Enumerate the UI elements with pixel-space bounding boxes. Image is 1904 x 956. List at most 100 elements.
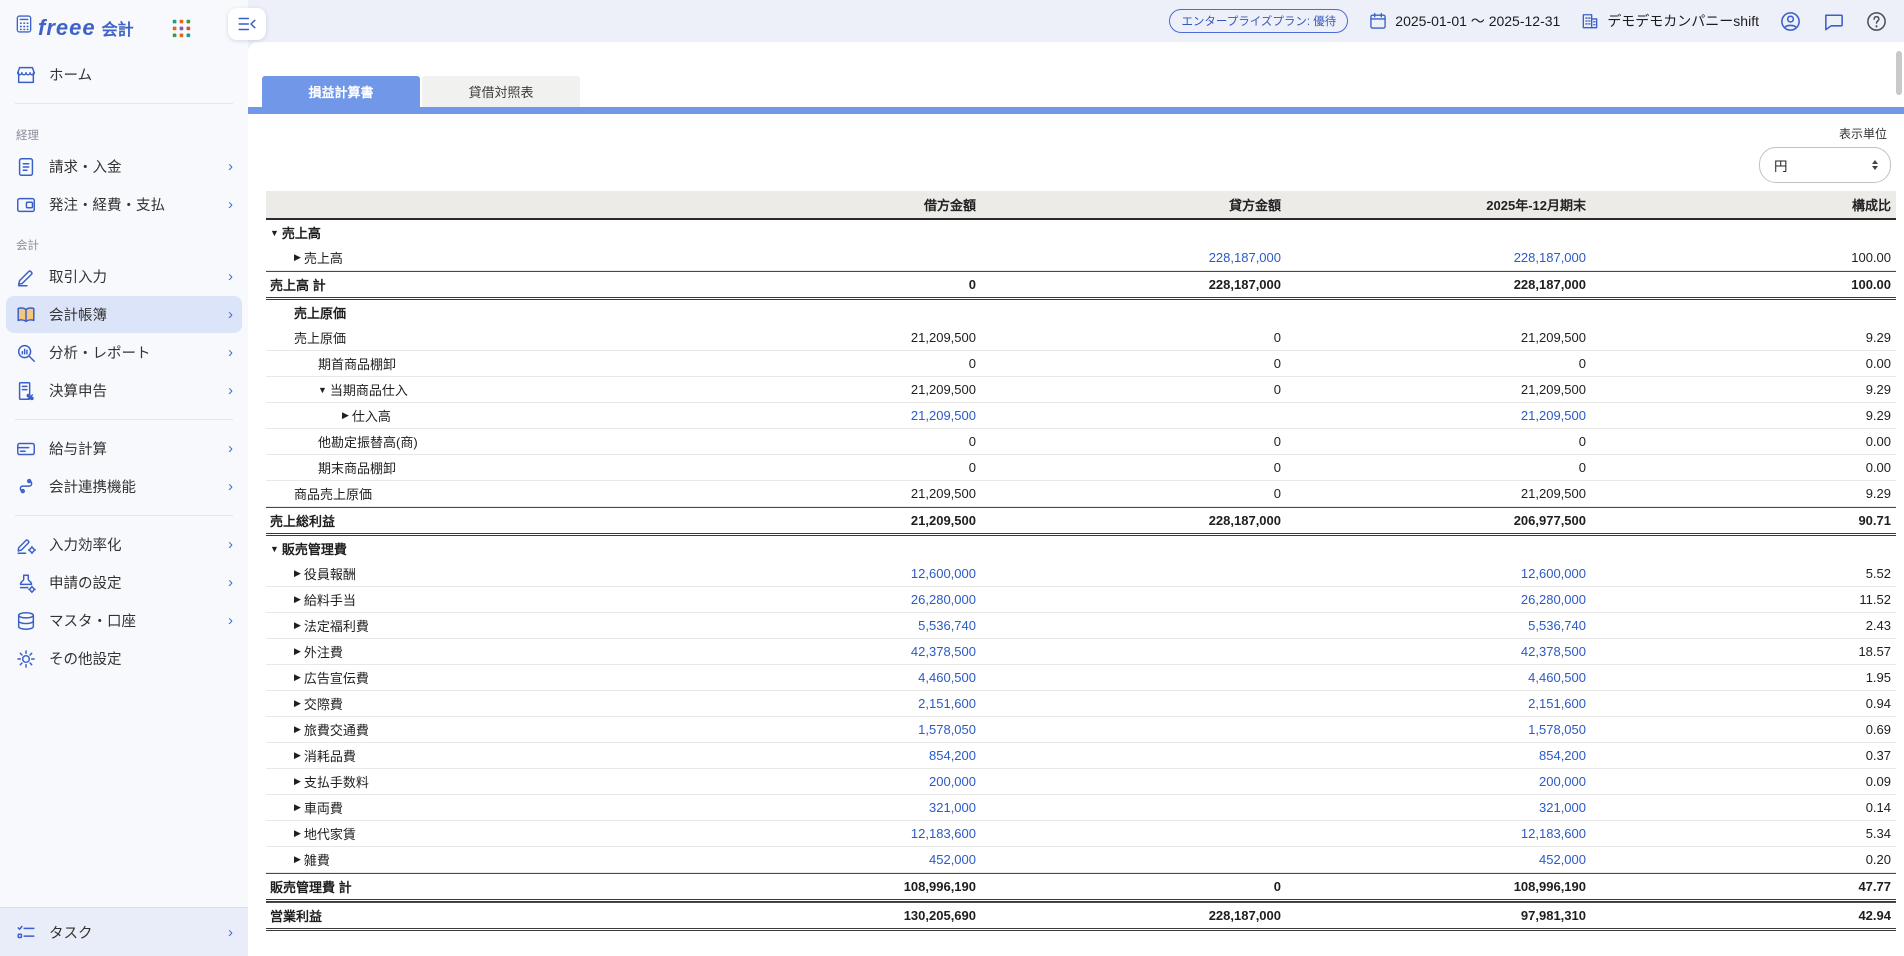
expand-toggle-icon[interactable]: ▶ [294,568,301,579]
cell-period-end[interactable]: 854,200 [1286,748,1591,763]
master-icon [15,610,37,632]
sidebar-item-payroll[interactable]: 給与計算 [6,430,242,467]
date-range-picker[interactable]: 2025-01-01 ～ 2025-12-31 [1368,11,1560,31]
expand-toggle-icon[interactable]: ▶ [294,802,301,813]
expand-toggle-icon[interactable]: ▶ [294,698,301,709]
expand-toggle-icon[interactable]: ▶ [294,854,301,865]
expand-toggle-icon[interactable]: ▶ [294,672,301,683]
table-row: 営業利益130,205,690228,187,00097,981,31042.9… [266,902,1896,931]
chevron-right-icon [228,613,233,628]
active-tab-indicator [248,107,1904,114]
chat-button[interactable] [1822,10,1845,33]
expand-toggle-icon[interactable]: ▶ [294,252,301,263]
collapse-toggle-icon[interactable]: ▼ [318,385,327,395]
sidebar-item-home[interactable]: ホーム [6,56,242,93]
cell-debit-amount[interactable]: 321,000 [676,800,981,815]
sidebar-item-analysis[interactable]: 分析・レポート [6,334,242,371]
display-unit-select[interactable]: 円 [1759,147,1891,183]
sidebar-item-tasks[interactable]: タスク [0,907,248,956]
expand-toggle-icon[interactable]: ▶ [294,620,301,631]
cell-ratio: 9.29 [1591,408,1896,423]
cell-period-end[interactable]: 21,209,500 [1286,408,1591,423]
sidebar-item-integration[interactable]: 会計連携機能 [6,468,242,505]
cell-period-end[interactable]: 2,151,600 [1286,696,1591,711]
cell-debit-amount[interactable]: 12,600,000 [676,566,981,581]
sidebar-item-label: 取引入力 [49,266,107,287]
company-name: デモデモカンパニーshift [1607,11,1759,31]
sidebar-item-tax[interactable]: 決算申告 [6,372,242,409]
table-header-row: 借方金額貸方金額2025年-12月期末構成比 [266,191,1896,220]
sidebar-item-approval[interactable]: 申請の設定 [6,564,242,601]
scrollbar-thumb[interactable] [1896,51,1902,95]
freee-logo[interactable]: freee 会計 [14,15,134,41]
row-account-cell: ▶雑費 [266,850,676,869]
cell-period-end[interactable]: 1,578,050 [1286,722,1591,737]
expand-toggle-icon[interactable]: ▶ [342,410,349,421]
cell-period-end[interactable]: 321,000 [1286,800,1591,815]
sidebar-divider [15,419,233,420]
cell-period-end[interactable]: 228,187,000 [1286,250,1591,265]
collapse-toggle-icon[interactable]: ▼ [270,228,279,238]
row-account-cell: 営業利益 [266,906,676,925]
sidebar-item-expense[interactable]: 発注・経費・支払 [6,186,242,223]
cell-period-end[interactable]: 12,183,600 [1286,826,1591,841]
sidebar-item-settings[interactable]: その他設定 [6,640,242,677]
cell-period-end[interactable]: 4,460,500 [1286,670,1591,685]
cell-debit-amount[interactable]: 2,151,600 [676,696,981,711]
expand-toggle-icon[interactable]: ▶ [294,594,301,605]
user-menu-button[interactable] [1779,10,1802,33]
expand-toggle-icon[interactable]: ▶ [294,750,301,761]
cell-credit-amount[interactable]: 228,187,000 [981,250,1286,265]
cell-credit-amount: 0 [981,486,1286,501]
cell-debit-amount[interactable]: 21,209,500 [676,408,981,423]
cell-debit-amount[interactable]: 854,200 [676,748,981,763]
sidebar-item-master[interactable]: マスタ・口座 [6,602,242,639]
cell-period-end[interactable]: 26,280,000 [1286,592,1591,607]
row-account-cell: ▶法定福利費 [266,616,676,635]
cell-period-end[interactable]: 452,000 [1286,852,1591,867]
tab-balance-sheet[interactable]: 貸借対照表 [422,76,580,107]
cell-debit-amount: 0 [676,460,981,475]
cell-period-end[interactable]: 200,000 [1286,774,1591,789]
cell-period-end[interactable]: 42,378,500 [1286,644,1591,659]
cell-debit-amount[interactable]: 452,000 [676,852,981,867]
cell-ratio: 90.71 [1591,513,1896,528]
cell-debit-amount[interactable]: 26,280,000 [676,592,981,607]
help-button[interactable] [1865,10,1888,33]
sidebar-item-efficiency[interactable]: 入力効率化 [6,526,242,563]
expand-toggle-icon[interactable]: ▶ [294,776,301,787]
cell-ratio: 0.00 [1591,460,1896,475]
cell-period-end[interactable]: 12,600,000 [1286,566,1591,581]
cell-debit-amount[interactable]: 4,460,500 [676,670,981,685]
display-unit-value: 円 [1774,155,1788,175]
cell-credit-amount: 228,187,000 [981,277,1286,292]
row-account-cell: 売上原価 [266,328,676,347]
plan-badge[interactable]: エンタープライズプラン: 優待 [1169,9,1348,33]
row-account-cell: ▶消耗品費 [266,746,676,765]
cell-ratio: 0.00 [1591,356,1896,371]
tab-profit-loss-statement[interactable]: 損益計算書 [262,76,420,107]
cell-debit-amount[interactable]: 200,000 [676,774,981,789]
cell-debit-amount[interactable]: 5,536,740 [676,618,981,633]
chevron-right-icon [228,925,233,940]
table-row: ▶役員報酬12,600,00012,600,0005.52 [266,561,1896,587]
sidebar-item-label: タスク [49,922,93,943]
sidebar-item-label: 給与計算 [49,438,107,459]
expand-toggle-icon[interactable]: ▶ [294,724,301,735]
sidebar-item-pen[interactable]: 取引入力 [6,258,242,295]
company-selector[interactable]: デモデモカンパニーshift [1580,11,1759,31]
sidebar-item-invoice[interactable]: 請求・入金 [6,148,242,185]
expand-toggle-icon[interactable]: ▶ [294,646,301,657]
account-name: 車両費 [304,798,343,817]
cell-period-end[interactable]: 5,536,740 [1286,618,1591,633]
cell-ratio: 0.37 [1591,748,1896,763]
account-name: 売上高 [282,223,321,242]
sidebar-item-book[interactable]: 会計帳簿 [6,296,242,333]
collapse-toggle-icon[interactable]: ▼ [270,544,279,554]
sidebar-collapse-button[interactable] [228,8,266,40]
apps-grid-icon[interactable] [170,17,192,39]
cell-debit-amount[interactable]: 42,378,500 [676,644,981,659]
cell-debit-amount[interactable]: 1,578,050 [676,722,981,737]
cell-debit-amount[interactable]: 12,183,600 [676,826,981,841]
expand-toggle-icon[interactable]: ▶ [294,828,301,839]
